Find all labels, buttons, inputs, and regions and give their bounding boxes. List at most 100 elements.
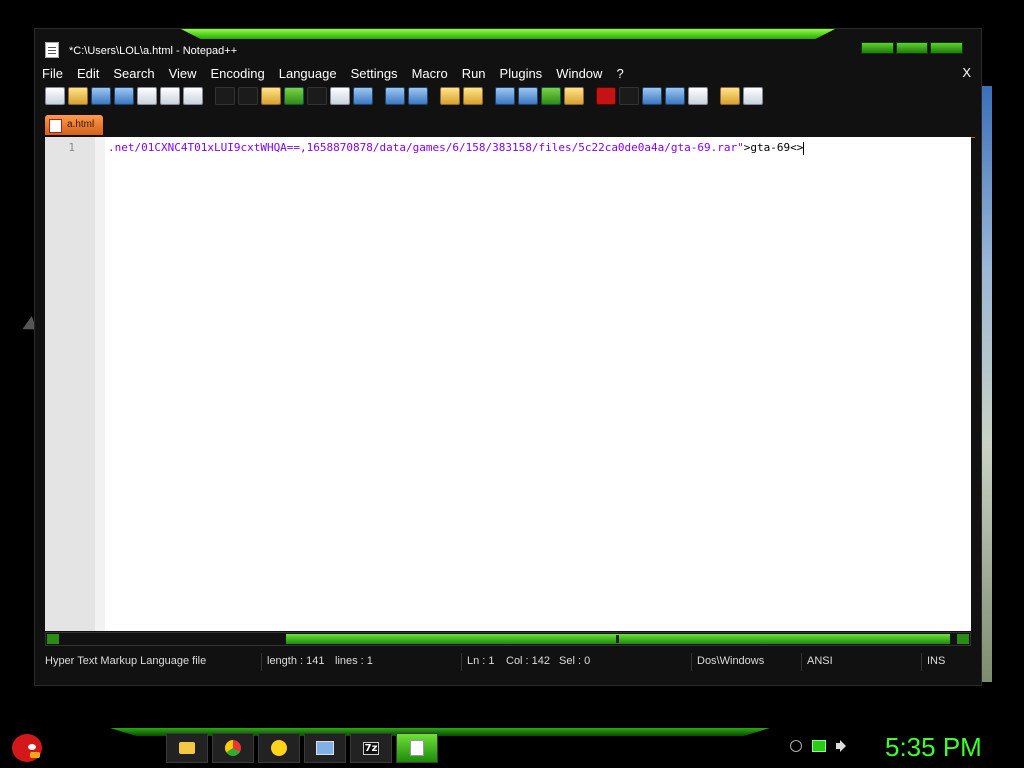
window-title: *C:\Users\LOL\a.html - Notepad++ xyxy=(69,45,238,57)
taskbar-messenger[interactable] xyxy=(258,733,300,763)
menu-macro[interactable]: Macro xyxy=(405,66,455,81)
status-insert-mode: INS xyxy=(927,655,946,667)
show-hidden-icons-icon[interactable] xyxy=(790,740,802,752)
save-icon[interactable] xyxy=(91,87,111,105)
desktop-background xyxy=(982,86,992,682)
scroll-left-icon[interactable] xyxy=(47,634,59,644)
menu-search[interactable]: Search xyxy=(106,66,161,81)
show-all-chars-icon[interactable] xyxy=(518,87,538,105)
tag-text: >gta-69<> xyxy=(743,141,804,154)
network-icon[interactable] xyxy=(812,740,826,752)
screen-icon xyxy=(316,741,334,755)
spell-check-icon[interactable] xyxy=(743,87,763,105)
undo-icon[interactable] xyxy=(284,87,304,105)
menu-settings[interactable]: Settings xyxy=(344,66,405,81)
print-icon[interactable] xyxy=(183,87,203,105)
stop-macro-icon[interactable] xyxy=(619,87,639,105)
taskbar-apps: 7z xyxy=(166,733,438,763)
copy-icon[interactable] xyxy=(238,87,258,105)
find-icon[interactable] xyxy=(330,87,350,105)
menu-view[interactable]: View xyxy=(162,66,204,81)
redo-icon[interactable] xyxy=(307,87,327,105)
taskbar-screen[interactable] xyxy=(304,733,346,763)
line-number: 1 xyxy=(68,141,75,154)
open-file-icon[interactable] xyxy=(68,87,88,105)
sync-horizontal-icon[interactable] xyxy=(463,87,483,105)
folder-workspace-icon[interactable] xyxy=(720,87,740,105)
zoom-in-icon[interactable] xyxy=(385,87,405,105)
status-eol: Dos\Windows xyxy=(697,655,765,667)
attribute-value-text: .net/01CXNC4T01xLUI9cxtWHQA==,1658870878… xyxy=(108,141,744,154)
sync-vertical-icon[interactable] xyxy=(440,87,460,105)
system-tray xyxy=(790,740,848,752)
line-number-gutter: 1 xyxy=(45,137,95,631)
taskbar-7zip[interactable]: 7z xyxy=(350,733,392,763)
notepad-icon xyxy=(45,42,59,58)
play-macro-icon[interactable] xyxy=(642,87,662,105)
status-lines: lines : 1 xyxy=(335,655,373,667)
menu-window[interactable]: Window xyxy=(549,66,609,81)
messenger-icon xyxy=(271,740,287,756)
notepadpp-window: *C:\Users\LOL\a.html - Notepad++ File Ed… xyxy=(34,28,982,686)
window-top-glow xyxy=(181,29,835,39)
title-bar[interactable]: *C:\Users\LOL\a.html - Notepad++ xyxy=(35,39,981,63)
scroll-right-icon[interactable] xyxy=(957,634,969,644)
code-line[interactable]: .net/01CXNC4T01xLUI9cxtWHQA==,1658870878… xyxy=(108,141,805,155)
status-bar: Hyper Text Markup Language file length :… xyxy=(35,653,981,671)
zoom-out-icon[interactable] xyxy=(408,87,428,105)
close-file-icon[interactable] xyxy=(137,87,157,105)
horizontal-scrollbar[interactable] xyxy=(45,632,971,646)
toolbar xyxy=(45,85,975,107)
start-button[interactable] xyxy=(10,728,44,764)
taskbar-chrome[interactable] xyxy=(212,733,254,763)
tab-a-html[interactable]: a.html xyxy=(45,115,103,135)
menu-plugins[interactable]: Plugins xyxy=(493,66,550,81)
close-document-button[interactable]: X xyxy=(962,65,971,80)
minimize-button[interactable] xyxy=(861,42,894,54)
tab-bar: a.html xyxy=(45,113,975,138)
volume-icon[interactable] xyxy=(836,740,848,752)
menu-bar: File Edit Search View Encoding Language … xyxy=(35,63,981,83)
new-file-icon[interactable] xyxy=(45,87,65,105)
status-length: length : 141 xyxy=(267,655,325,667)
text-caret xyxy=(803,141,805,155)
fold-margin xyxy=(95,137,105,631)
save-macro-icon[interactable] xyxy=(688,87,708,105)
status-filetype: Hyper Text Markup Language file xyxy=(45,655,207,667)
menu-help[interactable]: ? xyxy=(609,66,630,81)
taskbar-notepadpp[interactable] xyxy=(396,733,438,763)
save-all-icon[interactable] xyxy=(114,87,134,105)
menu-edit[interactable]: Edit xyxy=(70,66,106,81)
close-button[interactable] xyxy=(930,42,964,54)
status-sel: Sel : 0 xyxy=(559,655,591,667)
indent-guide-icon[interactable] xyxy=(541,87,561,105)
run-macro-multiple-icon[interactable] xyxy=(665,87,685,105)
chrome-icon xyxy=(225,740,241,756)
notepad-icon xyxy=(410,740,424,756)
replace-icon[interactable] xyxy=(353,87,373,105)
close-all-icon[interactable] xyxy=(160,87,180,105)
status-encoding: ANSI xyxy=(807,655,833,667)
7z-icon: 7z xyxy=(362,741,380,755)
menu-run[interactable]: Run xyxy=(455,66,493,81)
record-macro-icon[interactable] xyxy=(596,87,616,105)
status-ln: Ln : 1 xyxy=(467,655,495,667)
menu-file[interactable]: File xyxy=(35,66,70,81)
cut-icon[interactable] xyxy=(215,87,235,105)
menu-language[interactable]: Language xyxy=(272,66,344,81)
scrollbar-grip xyxy=(616,635,619,643)
doc-map-icon[interactable] xyxy=(564,87,584,105)
menu-encoding[interactable]: Encoding xyxy=(204,66,272,81)
window-controls xyxy=(861,42,964,54)
paste-icon[interactable] xyxy=(261,87,281,105)
tab-label: a.html xyxy=(67,119,95,130)
unsaved-file-icon xyxy=(49,119,62,133)
folder-icon xyxy=(179,742,195,754)
taskbar-clock[interactable]: 5:35 PM xyxy=(885,732,982,763)
taskbar xyxy=(0,728,1024,768)
maximize-button[interactable] xyxy=(895,42,929,54)
editor-area[interactable]: 1 .net/01CXNC4T01xLUI9cxtWHQA==,16588708… xyxy=(45,137,971,631)
status-col: Col : 142 xyxy=(506,655,551,667)
taskbar-explorer[interactable] xyxy=(166,733,208,763)
word-wrap-icon[interactable] xyxy=(495,87,515,105)
